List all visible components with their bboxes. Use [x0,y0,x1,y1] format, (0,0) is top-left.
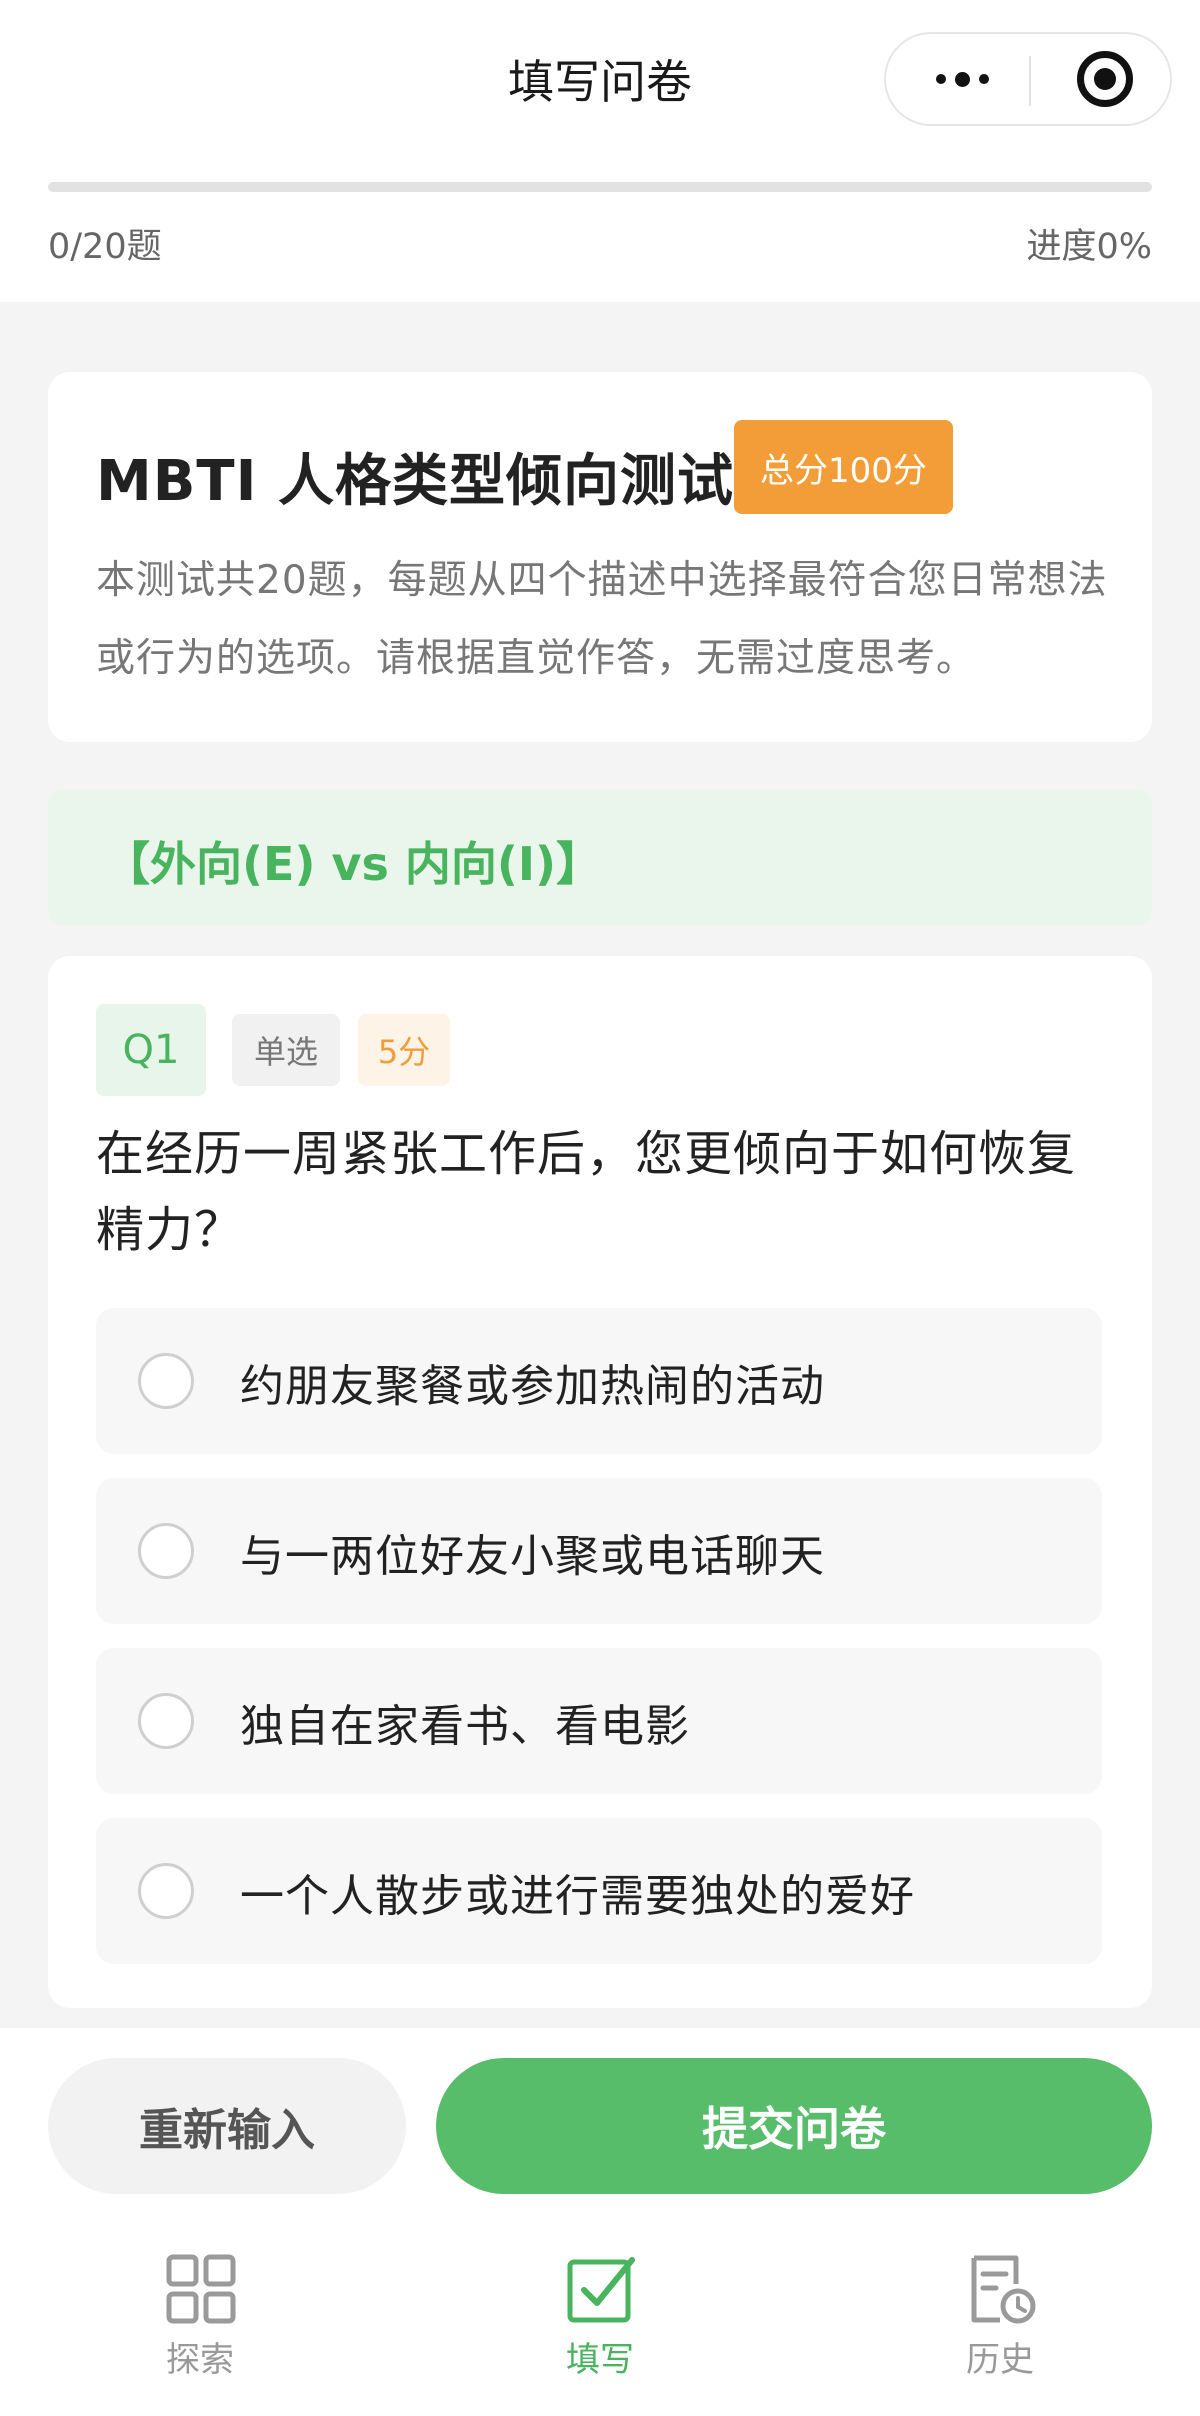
total-score-badge: 总分100分 [734,420,953,514]
radio-icon[interactable] [138,1353,194,1409]
radio-icon[interactable] [138,1693,194,1749]
progress-percent: 进度0% [1026,227,1152,267]
progress-bar [48,182,1152,192]
option-label: 约朋友聚餐或参加热闹的活动 [240,1361,825,1412]
question-type-badge: 单选 [232,1014,340,1086]
section-label: 【外向(E) vs 内向(I)】 [104,837,603,891]
tab-fill[interactable]: 填写 [470,2224,730,2384]
question-card: Q1 单选 5分 在经历一周紧张工作后，您更倾向于如何恢复精力？ 约朋友聚餐或参… [48,956,1152,2008]
header: 填写问卷 0/20题 进度0% [0,0,1200,302]
reset-button[interactable]: 重新输入 [48,2058,406,2194]
option-4[interactable]: 一个人散步或进行需要独处的爱好 [96,1818,1102,1964]
question-text: 在经历一周紧张工作后，您更倾向于如何恢复精力？ [96,1126,1077,1258]
submit-button[interactable]: 提交问卷 [436,2058,1152,2194]
question-score-badge: 5分 [358,1014,450,1086]
survey-intro-card: MBTI 人格类型倾向测试 总分100分 本测试共20题，每题从四个描述中选择最… [48,372,1152,742]
grid-icon [166,2254,236,2324]
capsule-divider [1029,56,1031,106]
survey-description: 本测试共20题，每题从四个描述中选择最符合您日常想法或行为的选项。请根据直觉作答… [96,558,1108,681]
survey-title: MBTI 人格类型倾向测试 [96,449,734,514]
option-label: 独自在家看书、看电影 [240,1701,690,1752]
tab-label: 填写 [566,2340,634,2380]
progress-count: 0/20题 [48,227,162,267]
tab-history[interactable]: 历史 [870,2224,1130,2384]
tab-label: 历史 [966,2340,1034,2380]
more-icon[interactable] [922,34,1002,124]
question-number: Q1 [96,1004,206,1096]
option-label: 与一两位好友小聚或电话聊天 [240,1531,825,1582]
option-2[interactable]: 与一两位好友小聚或电话聊天 [96,1478,1102,1624]
history-document-icon [971,2255,1036,2324]
close-target-icon[interactable] [1077,51,1133,107]
section-banner: 【外向(E) vs 内向(I)】 [48,790,1152,926]
option-1[interactable]: 约朋友聚餐或参加热闹的活动 [96,1308,1102,1454]
radio-icon[interactable] [138,1523,194,1579]
option-3[interactable]: 独自在家看书、看电影 [96,1648,1102,1794]
tab-label: 探索 [166,2340,234,2380]
tab-explore[interactable]: 探索 [70,2224,330,2384]
mini-program-capsule [884,32,1172,126]
option-label: 一个人散步或进行需要独处的爱好 [240,1871,915,1922]
checkbox-icon [567,2257,635,2323]
radio-icon[interactable] [138,1863,194,1919]
